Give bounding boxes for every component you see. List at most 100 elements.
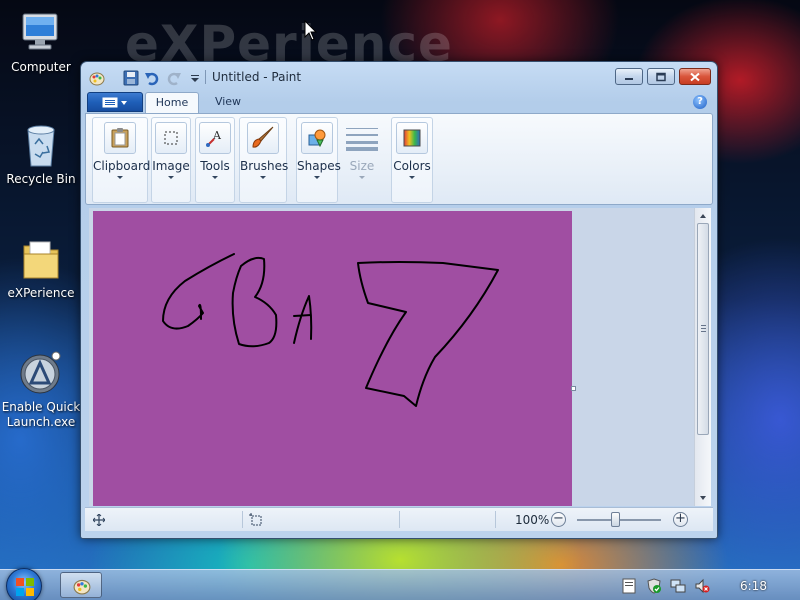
desktop-icon-recycle-bin[interactable]: Recycle Bin <box>1 122 81 187</box>
action-center-icon[interactable] <box>622 578 636 594</box>
chevron-down-icon <box>359 176 365 179</box>
zoom-slider-thumb[interactable] <box>611 512 620 527</box>
ribbon-group-clipboard[interactable]: Clipboard <box>92 117 151 203</box>
desktop-icon-experience[interactable]: eXPerience <box>1 236 81 301</box>
cursor-position-icon <box>93 514 105 526</box>
windows-logo-icon <box>16 578 34 596</box>
menu-icon <box>102 97 127 108</box>
close-icon <box>690 72 700 81</box>
paint-app-icon[interactable] <box>89 70 105 86</box>
mouse-pointer-icon <box>304 20 318 41</box>
chevron-down-icon <box>260 176 266 179</box>
title-bar[interactable]: Untitled - Paint <box>81 62 717 92</box>
clock[interactable]: 6:18 <box>740 579 767 593</box>
folder-icon <box>23 241 59 279</box>
tab-view[interactable]: View <box>205 92 251 114</box>
status-separator <box>399 511 400 528</box>
stroke-letter-a <box>293 295 313 344</box>
tools-button[interactable]: A <box>199 122 231 154</box>
desktop-icon-computer[interactable]: Computer <box>1 10 81 75</box>
desktop-icon-enable-quick-launch[interactable]: Enable Quick Launch.exe <box>1 350 81 430</box>
clipboard-icon <box>111 128 129 148</box>
clipboard-button[interactable] <box>104 122 136 154</box>
status-bar: 100% − + <box>85 507 713 531</box>
tab-home[interactable]: Home <box>145 92 199 114</box>
quick-launch-icon <box>20 351 61 394</box>
canvas-area[interactable] <box>89 208 711 506</box>
desktop-icon-label: Computer <box>11 60 71 74</box>
ribbon-group-label: Size <box>349 159 375 173</box>
ribbon-group-image[interactable]: Image <box>151 117 191 203</box>
ribbon-group-shapes[interactable]: Shapes <box>296 117 341 203</box>
undo-icon[interactable] <box>144 70 160 86</box>
scrollbar-thumb[interactable] <box>697 223 709 435</box>
grip-line <box>701 331 706 332</box>
ribbon-group-label: Colors <box>393 159 431 173</box>
ribbon-group-colors[interactable]: Colors <box>391 117 433 203</box>
colors-icon <box>403 129 421 147</box>
save-icon[interactable] <box>123 70 139 86</box>
security-shield-icon[interactable] <box>646 578 662 594</box>
ribbon-group-label: Tools <box>200 159 230 173</box>
selection-size-icon <box>249 513 262 526</box>
maximize-button[interactable] <box>647 68 675 85</box>
desktop-icon-label: Recycle Bin <box>6 172 76 186</box>
zoom-in-button[interactable]: + <box>673 512 688 527</box>
start-button[interactable] <box>6 568 42 600</box>
ribbon-tab-row: Home View ? <box>81 92 717 114</box>
paint-window: Untitled - Paint Home View ? Clipboard I… <box>80 61 718 539</box>
scroll-up-icon[interactable] <box>700 214 706 218</box>
chevron-down-icon <box>314 176 320 179</box>
network-icon[interactable] <box>670 578 686 594</box>
volume-muted-icon[interactable] <box>694 578 710 594</box>
recycle-bin-icon <box>27 125 55 167</box>
paint-app-icon <box>73 579 91 595</box>
resize-handle[interactable] <box>571 386 576 391</box>
minimize-button[interactable] <box>615 68 643 85</box>
freehand-drawing <box>162 253 499 407</box>
shapes-button[interactable] <box>301 122 333 154</box>
close-button[interactable] <box>679 68 711 85</box>
ribbon-group-label: Image <box>152 159 190 173</box>
ribbon-group-label: Shapes <box>297 159 341 173</box>
stroke-number-7 <box>357 261 499 407</box>
zoom-out-button[interactable]: − <box>551 512 566 527</box>
computer-icon <box>22 13 58 50</box>
desktop-icon-label: Enable Quick Launch.exe <box>1 400 81 429</box>
ribbon-group-size: Size <box>342 117 382 203</box>
shapes-icon <box>308 129 326 148</box>
chevron-down-icon <box>168 176 174 179</box>
customize-quick-access-icon[interactable] <box>187 70 203 86</box>
brush-icon <box>252 126 274 148</box>
chevron-down-icon <box>212 176 218 179</box>
title-separator <box>205 70 206 84</box>
ribbon: Clipboard Image A Tools Brushes Shapes S… <box>85 113 713 205</box>
chevron-down-icon <box>117 176 123 179</box>
ribbon-group-label: Clipboard <box>93 159 151 173</box>
desktop-icon-label: eXPerience <box>7 286 75 300</box>
brushes-button[interactable] <box>247 122 279 154</box>
taskbar-paint-button[interactable] <box>60 572 102 598</box>
zoom-level: 100% <box>515 513 550 527</box>
paint-menu-button[interactable] <box>87 92 143 112</box>
vertical-scrollbar[interactable] <box>694 208 711 506</box>
colors-button[interactable] <box>396 122 428 154</box>
image-button[interactable] <box>155 122 187 154</box>
chevron-down-icon <box>409 176 415 179</box>
size-button <box>346 122 378 154</box>
stroke-letter-g <box>162 253 235 330</box>
drawing-canvas[interactable] <box>93 211 572 506</box>
help-button[interactable]: ? <box>693 95 707 109</box>
taskbar: 6:18 <box>0 568 800 600</box>
scroll-down-icon[interactable] <box>700 496 706 500</box>
redo-icon[interactable] <box>166 70 182 86</box>
stroke-letter-b <box>231 256 278 348</box>
help-icon: ? <box>697 96 703 107</box>
ribbon-group-brushes[interactable]: Brushes <box>239 117 288 203</box>
minimize-icon <box>625 77 633 80</box>
select-icon <box>164 131 178 145</box>
ribbon-group-tools[interactable]: A Tools <box>195 117 235 203</box>
grip-line <box>701 328 706 329</box>
window-title: Untitled - Paint <box>212 70 302 84</box>
maximize-icon <box>656 72 666 81</box>
